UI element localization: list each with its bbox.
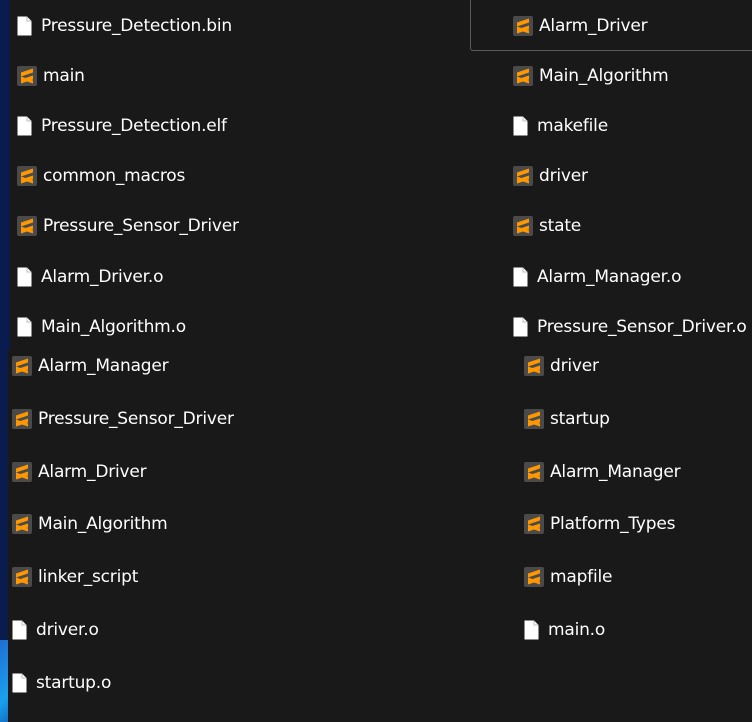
file-name-label: Pressure_Detection.bin <box>41 16 232 36</box>
file-name-label: Main_Algorithm <box>539 66 669 86</box>
sublime-file-icon <box>524 462 544 482</box>
file-name-label: Platform_Types <box>550 514 676 534</box>
file-name-label: linker_script <box>38 567 139 587</box>
file-name-label: Alarm_Manager.o <box>537 267 682 287</box>
sublime-file-icon <box>513 216 533 236</box>
file-icon <box>17 116 32 136</box>
file-icon <box>513 116 528 136</box>
file-item[interactable]: driver.o <box>12 619 99 641</box>
file-item[interactable]: Alarm_Driver <box>12 461 147 483</box>
file-item[interactable]: startup <box>524 408 610 430</box>
file-name-label: main.o <box>548 620 606 640</box>
file-item[interactable]: Pressure_Detection.bin <box>17 15 232 37</box>
file-icon <box>12 673 27 693</box>
sublime-file-icon <box>12 462 32 482</box>
file-name-label: Pressure_Sensor_Driver.o <box>537 317 747 337</box>
file-item[interactable]: Pressure_Sensor_Driver.o <box>513 316 747 338</box>
file-name-label: Pressure_Sensor_Driver <box>38 409 234 429</box>
sublime-file-icon <box>524 409 544 429</box>
sublime-file-icon <box>513 66 533 86</box>
file-name-label: Alarm_Driver.o <box>41 267 164 287</box>
file-item[interactable]: common_macros <box>17 165 185 187</box>
file-item[interactable]: startup.o <box>12 672 111 694</box>
file-name-label: mapfile <box>550 567 613 587</box>
file-item[interactable]: driver <box>513 165 588 187</box>
file-item[interactable]: driver <box>524 355 599 377</box>
sublime-file-icon <box>17 166 37 186</box>
file-name-label: Alarm_Driver <box>38 462 147 482</box>
file-name-label: startup <box>550 409 610 429</box>
file-name-label: Pressure_Detection.elf <box>41 116 227 136</box>
sublime-file-icon <box>12 409 32 429</box>
file-item[interactable]: Main_Algorithm <box>513 65 669 87</box>
sublime-file-icon <box>524 567 544 587</box>
file-name-label: Alarm_Manager <box>550 462 681 482</box>
file-item[interactable]: Pressure_Sensor_Driver <box>17 215 239 237</box>
sublime-file-icon <box>17 216 37 236</box>
sublime-file-icon <box>12 567 32 587</box>
sublime-file-icon <box>12 514 32 534</box>
file-name-label: Pressure_Sensor_Driver <box>43 216 239 236</box>
file-item[interactable]: Main_Algorithm <box>12 513 168 535</box>
file-name-label: driver <box>539 166 588 186</box>
file-name-label: driver <box>550 356 599 376</box>
file-name-label: main <box>43 66 85 86</box>
sublime-file-icon <box>513 16 533 36</box>
file-name-label: makefile <box>537 116 608 136</box>
file-name-label: common_macros <box>43 166 186 186</box>
file-icon <box>513 317 528 337</box>
file-item[interactable]: linker_script <box>12 566 138 588</box>
file-item[interactable]: Pressure_Sensor_Driver <box>12 408 234 430</box>
file-item[interactable]: Platform_Types <box>524 513 676 535</box>
file-name-label: Main_Algorithm.o <box>41 317 186 337</box>
file-icon <box>17 267 32 287</box>
file-name-label: Alarm_Manager <box>38 356 169 376</box>
file-item[interactable]: Main_Algorithm.o <box>17 316 186 338</box>
file-icon <box>17 16 32 36</box>
sublime-file-icon <box>524 514 544 534</box>
file-name-label: state <box>539 216 582 236</box>
file-icon <box>12 620 27 640</box>
file-icon <box>524 620 539 640</box>
file-list-panel-bottom: Alarm_Manager Pressure_Sensor_Driver Alarm… <box>8 350 752 722</box>
file-name-label: Main_Algorithm <box>38 514 168 534</box>
file-name-label: driver.o <box>36 620 99 640</box>
file-item[interactable]: Alarm_Manager <box>524 461 681 483</box>
file-item[interactable]: mapfile <box>524 566 612 588</box>
file-item[interactable]: makefile <box>513 115 608 137</box>
file-item[interactable]: state <box>513 215 581 237</box>
file-name-label: Alarm_Driver <box>539 16 648 36</box>
sublime-file-icon <box>12 356 32 376</box>
file-item[interactable]: main.o <box>524 619 605 641</box>
file-item[interactable]: Alarm_Driver.o <box>17 266 163 288</box>
desktop-background: Pressure_Detection.binmain Pressure_Detec… <box>0 0 752 722</box>
file-item[interactable]: Alarm_Manager <box>12 355 169 377</box>
sublime-file-icon <box>524 356 544 376</box>
file-list-panel-top: Pressure_Detection.binmain Pressure_Detec… <box>10 0 752 350</box>
file-icon <box>513 267 528 287</box>
file-item[interactable]: Alarm_Driver <box>513 15 648 37</box>
file-icon <box>17 317 32 337</box>
file-item[interactable]: Pressure_Detection.elf <box>17 115 227 137</box>
sublime-file-icon <box>513 166 533 186</box>
sublime-file-icon <box>17 66 37 86</box>
file-name-label: startup.o <box>36 673 112 693</box>
file-item[interactable]: Alarm_Manager.o <box>513 266 681 288</box>
file-item[interactable]: main <box>17 65 85 87</box>
